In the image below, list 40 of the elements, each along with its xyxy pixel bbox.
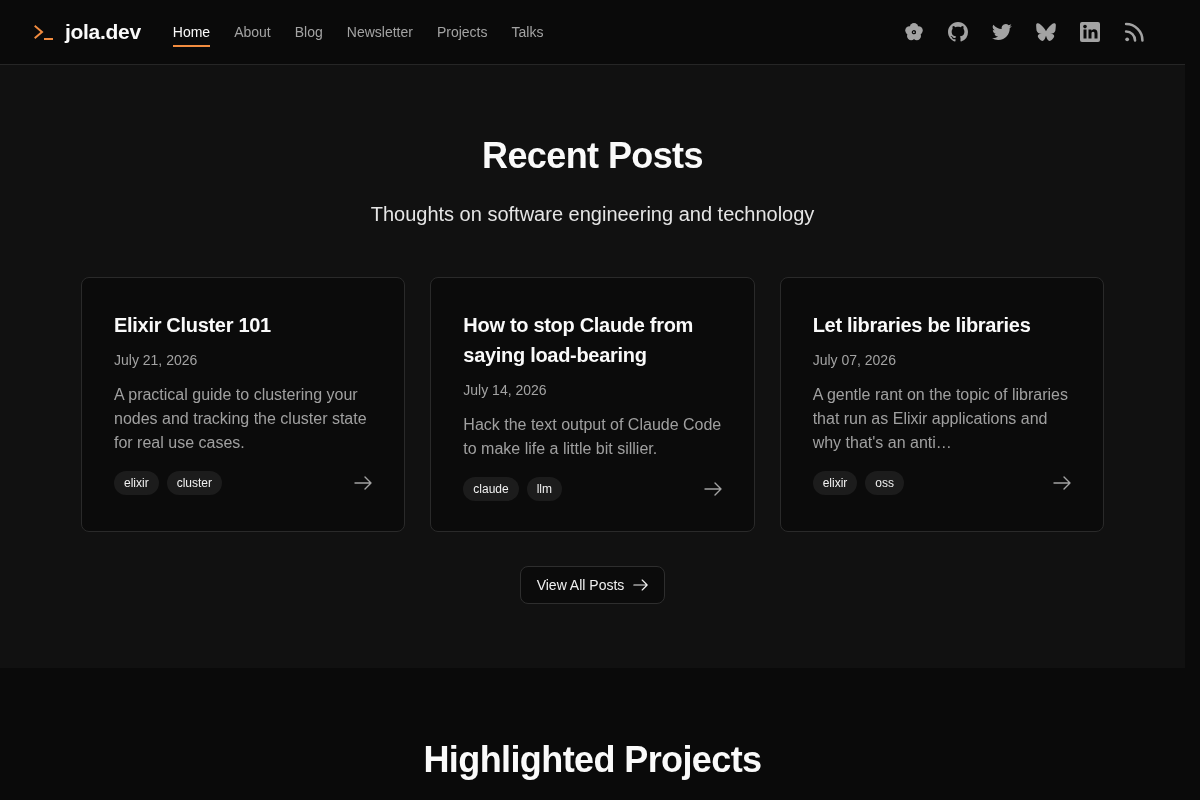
nav-link[interactable]: Blog (294, 18, 323, 47)
arrow-right-icon (354, 476, 373, 490)
nav-link[interactable]: About (234, 18, 271, 47)
post-card[interactable]: Let libraries be libraries July 07, 2026 A gentle rant on the topic of libraries that run as Elixir applications and why that's an anti… elixir oss (779, 277, 1104, 532)
post-summary: A gentle rant on the topic of libraries that run as Elixir applications and why that's an anti… (812, 385, 1069, 453)
section-title: Highlighted Projects (422, 738, 763, 782)
site-name[interactable]: jola.dev (65, 20, 141, 44)
nav-link[interactable]: Home (172, 18, 211, 47)
post-title[interactable]: Elixir Cluster 101 (114, 310, 373, 340)
section-subtitle: Thoughts on software engineering and technology (369, 202, 816, 227)
arrow-right-icon (1053, 476, 1071, 490)
post-title[interactable]: Let libraries be libraries (812, 310, 1071, 340)
view-all-button[interactable]: View All Posts (519, 566, 666, 604)
cat-logo-icon[interactable] (948, 22, 968, 42)
post-summary: Hack the text output of Claude Code to make life a little bit sillier. (463, 415, 722, 459)
post-tag: oss (865, 471, 904, 495)
post-tag: cluster (166, 471, 222, 495)
nav-link[interactable]: Talks (511, 18, 544, 47)
post-card[interactable]: How to stop Claude from saying load-bearing July 14, 2026 Hack the text output of Claude Code to make life a little bit sillier. claude llm (430, 277, 755, 532)
post-tag: llm (526, 477, 563, 501)
post-tag: elixir (812, 471, 858, 495)
post-card[interactable]: Elixir Cluster 101 July 21, 2026 A practical guide to clustering your nodes and tracking the cluster state for real use cases. elixir cluster (81, 277, 406, 532)
bird-icon[interactable] (992, 22, 1012, 42)
post-date: July 14, 2026 (463, 381, 548, 400)
nav-link[interactable]: Newsletter (346, 18, 413, 47)
post-tag: claude (463, 477, 519, 501)
arrow-right-icon (703, 482, 722, 496)
arrow-right-icon (633, 579, 649, 591)
post-tag: elixir (114, 471, 159, 495)
post-title[interactable]: How to stop Claude from saying load-bearing (463, 310, 722, 370)
post-date: July 07, 2026 (812, 351, 897, 370)
post-summary: A practical guide to clustering your nodes and tracking the cluster state for real use cases. (114, 385, 368, 453)
rss-icon[interactable] (1124, 22, 1144, 42)
post-date: July 21, 2026 (114, 351, 199, 370)
flower-icon[interactable] (904, 22, 924, 42)
in-square-icon[interactable] (1080, 22, 1100, 42)
nav-link[interactable]: Projects (436, 18, 488, 47)
terminal-prompt-icon (34, 24, 53, 40)
section-title: Recent Posts (481, 134, 704, 178)
butterfly-icon[interactable] (1036, 22, 1056, 42)
